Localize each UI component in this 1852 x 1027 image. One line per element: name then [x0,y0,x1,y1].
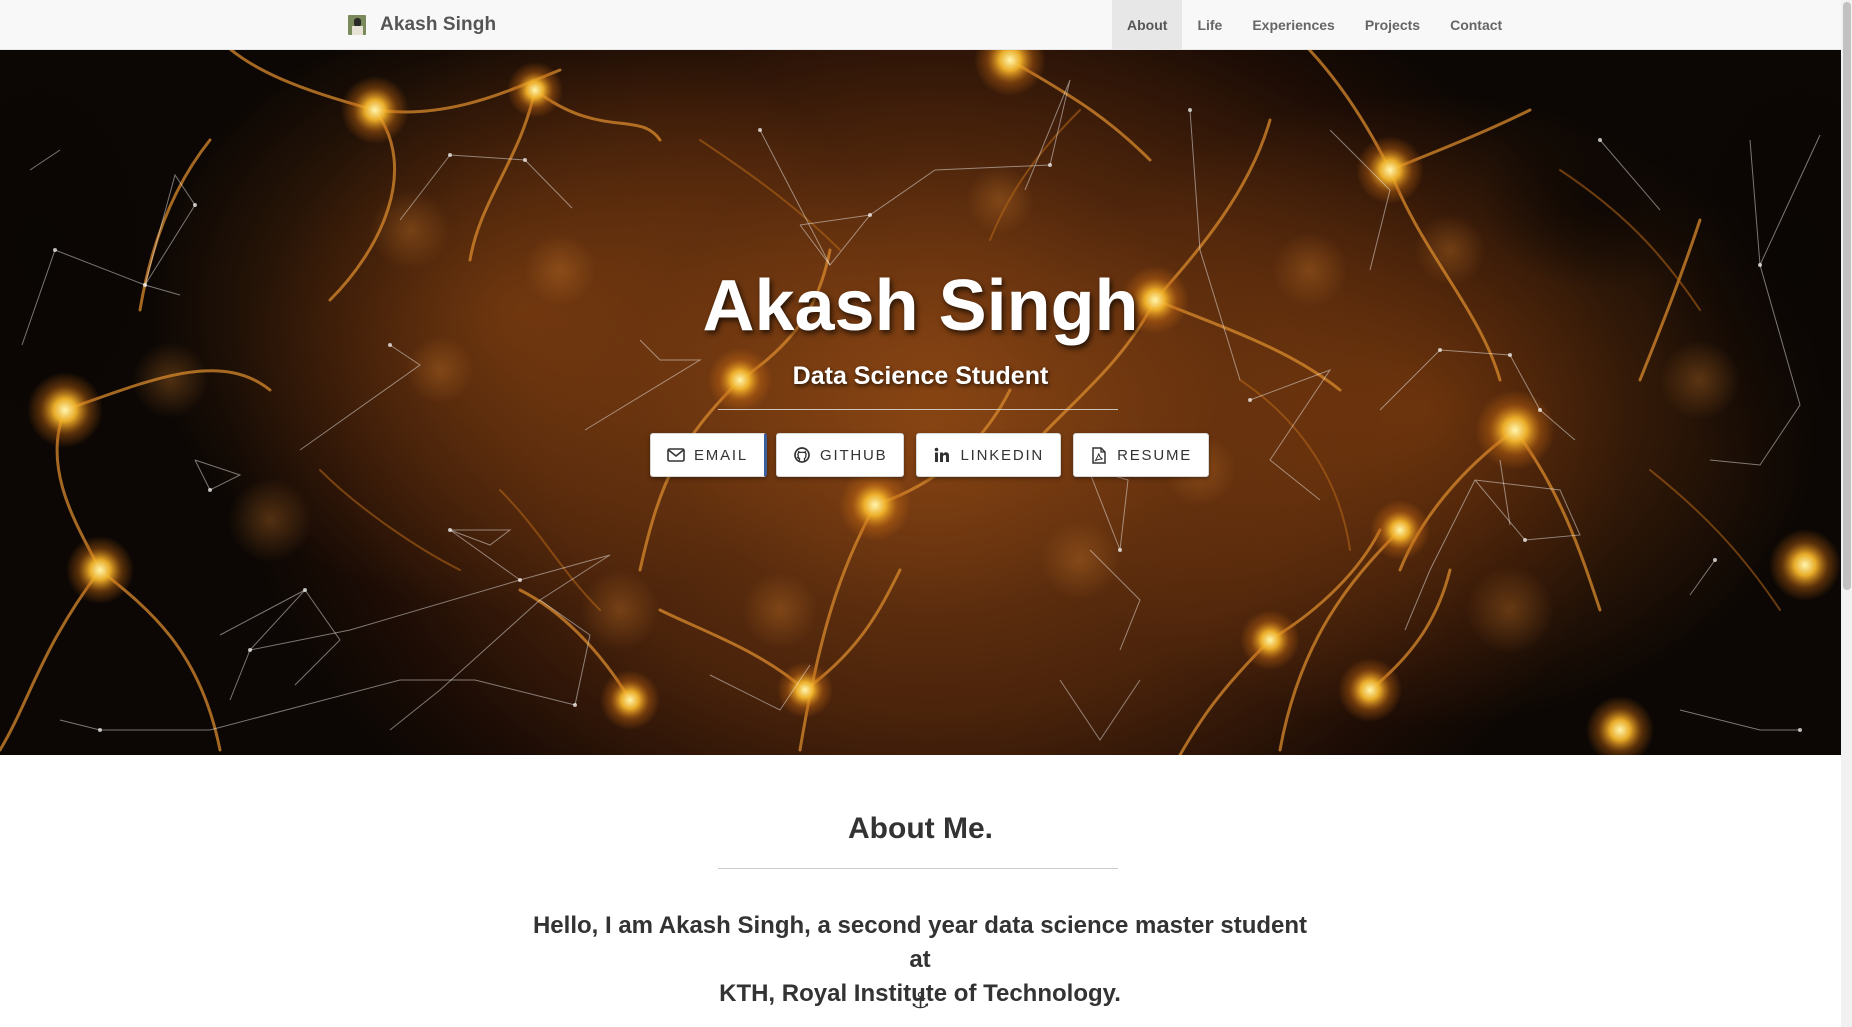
resume-button[interactable]: RESUME [1073,433,1210,477]
scrollbar-thumb[interactable] [1843,2,1851,590]
nav-item-experiences[interactable]: Experiences [1237,0,1350,50]
about-heading: About Me. [848,812,993,845]
about-intro-line-1: Hello, I am Akash Singh, a second year d… [532,912,1308,973]
brand-name: Akash Singh [380,14,497,35]
linkedin-button-label: LINKEDIN [960,446,1045,464]
linkedin-icon [933,446,951,464]
hero-section: Akash Singh Data Science Student EMAIL G… [0,50,1841,755]
social-buttons: EMAIL GITHUB LINKEDIN RESUME [650,433,1221,477]
github-button-label: GITHUB [820,446,888,464]
anchor-icon: ⚓ [910,988,931,1013]
github-button[interactable]: GITHUB [776,433,905,477]
avatar [348,15,366,35]
nav-menu: About Life Experiences Projects Contact [1112,0,1517,50]
email-button[interactable]: EMAIL [650,433,768,477]
linkedin-button[interactable]: LINKEDIN [916,433,1062,477]
page-scrollbar[interactable] [1841,0,1852,1027]
hero-divider [718,409,1118,410]
brand-link[interactable]: Akash Singh [348,0,496,50]
resume-button-label: RESUME [1117,446,1193,464]
nav-item-projects[interactable]: Projects [1350,0,1435,50]
envelope-icon [667,446,685,464]
hero-title: Akash Singh [702,266,1139,346]
email-button-label: EMAIL [694,446,749,464]
about-divider [718,868,1118,869]
github-icon [793,446,811,464]
pdf-file-icon [1090,446,1108,464]
hero-subtitle: Data Science Student [792,362,1049,390]
nav-item-contact[interactable]: Contact [1435,0,1517,50]
nav-item-life[interactable]: Life [1182,0,1237,50]
nav-item-about[interactable]: About [1112,0,1183,50]
hero-content: Akash Singh Data Science Student EMAIL G… [0,50,1841,755]
top-navbar: Akash Singh About Life Experiences Proje… [0,0,1841,50]
